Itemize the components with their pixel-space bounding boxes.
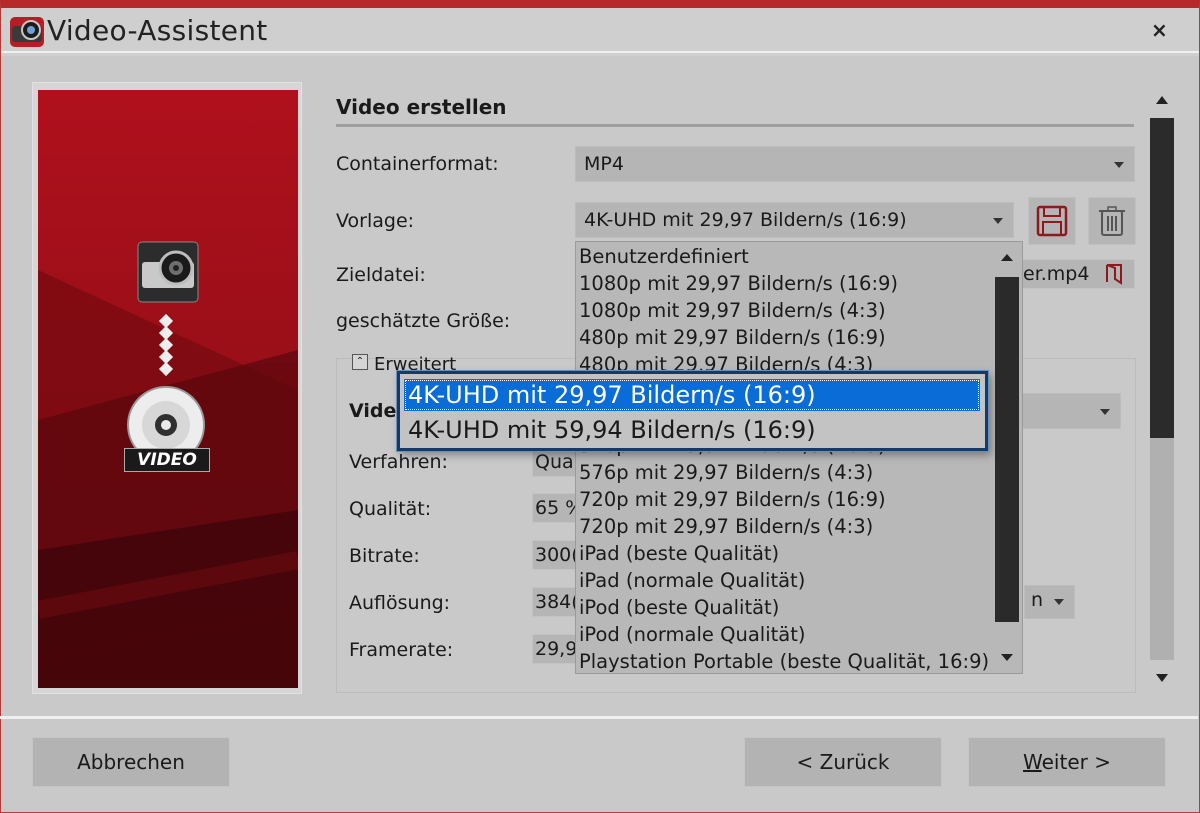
container-select[interactable]: MP4: [575, 146, 1135, 182]
aufloesung-unit-select[interactable]: n: [1024, 585, 1075, 619]
qualitaet-field[interactable]: 65 %: [532, 493, 576, 523]
zieldatei-field[interactable]: er.mp4: [1020, 259, 1135, 289]
title-bar: Video-Assistent ×: [1, 8, 1199, 56]
verfahren-field[interactable]: Qua: [532, 447, 576, 477]
cancel-button[interactable]: Abbrechen: [32, 737, 230, 787]
aufloesung-unit-value: n: [1031, 589, 1044, 611]
chevron-down-icon[interactable]: [1054, 599, 1064, 605]
video-badge: VIDEO: [124, 448, 210, 472]
aufloesung-label: Auflösung:: [349, 592, 451, 614]
container-value: MP4: [584, 153, 624, 175]
section-underline: [336, 124, 1134, 127]
framerate-field[interactable]: 29,9: [532, 634, 576, 664]
camera-icon: [137, 241, 199, 303]
vorlage-label: Vorlage:: [336, 210, 415, 232]
next-mnemonic: W: [1023, 750, 1042, 774]
title-divider: [1, 51, 1199, 53]
dropdown-item[interactable]: 480p mit 29,97 Bildern/s (16:9): [579, 324, 886, 351]
vorlage-dropdown-list: Benutzerdefiniert 1080p mit 29,97 Bilder…: [575, 241, 1023, 674]
aufloesung-field[interactable]: 384(: [532, 587, 576, 617]
app-camera-icon: [10, 17, 44, 47]
dropdown-item[interactable]: 720p mit 29,97 Bildern/s (4:3): [579, 513, 873, 540]
dropdown-item[interactable]: iPod (normale Qualität): [579, 621, 805, 648]
dropdown-item[interactable]: Benutzerdefiniert: [579, 243, 749, 270]
qualitaet-label: Qualität:: [349, 498, 432, 520]
dropdown-item[interactable]: 1080p mit 29,97 Bildern/s (16:9): [579, 270, 898, 297]
dropdown-scroll-down-icon[interactable]: [1001, 654, 1013, 661]
sidebar-connector-dots: [158, 313, 174, 377]
groesse-label: geschätzte Größe:: [336, 310, 511, 332]
dropdown-item[interactable]: 1080p mit 29,97 Bildern/s (4:3): [579, 297, 886, 324]
container-label: Containerformat:: [336, 153, 499, 175]
save-icon: [1036, 205, 1068, 237]
chevron-down-icon[interactable]: [1114, 162, 1124, 168]
vorlage-select[interactable]: 4K-UHD mit 29,97 Bildern/s (16:9): [575, 202, 1014, 238]
section-title: Video erstellen: [336, 95, 507, 119]
dropdown-item[interactable]: iPod (beste Qualität): [579, 594, 779, 621]
next-label: eiter >: [1041, 750, 1111, 774]
vorlage-value: 4K-UHD mit 29,97 Bildern/s (16:9): [584, 209, 907, 231]
zieldatei-value: er.mp4: [1023, 263, 1090, 285]
chevron-down-icon[interactable]: [1100, 409, 1110, 415]
next-button[interactable]: Weiter >: [968, 737, 1166, 787]
dropdown-scroll-up-icon[interactable]: [1001, 254, 1013, 261]
dropdown-item[interactable]: iPad (beste Qualität): [579, 540, 779, 567]
framerate-label: Framerate:: [349, 639, 454, 661]
close-icon[interactable]: ×: [1151, 18, 1168, 42]
delete-preset-button[interactable]: [1088, 197, 1136, 245]
page-scrollbar-thumb[interactable]: [1150, 118, 1174, 438]
collapse-icon[interactable]: ⌃: [352, 354, 368, 370]
scroll-up-icon[interactable]: [1156, 96, 1168, 104]
back-button[interactable]: < Zurück: [744, 737, 942, 787]
trash-icon: [1099, 206, 1125, 236]
window-title: Video-Assistent: [47, 14, 268, 47]
scroll-down-icon[interactable]: [1156, 674, 1168, 682]
popup-item[interactable]: 4K-UHD mit 59,94 Bildern/s (16:9): [404, 414, 980, 446]
dropdown-scrollbar-thumb[interactable]: [995, 277, 1019, 622]
popup-item-selected[interactable]: 4K-UHD mit 29,97 Bildern/s (16:9): [404, 379, 980, 411]
bitrate-label: Bitrate:: [349, 545, 420, 567]
zieldatei-label: Zieldatei:: [336, 264, 426, 286]
verfahren-label: Verfahren:: [349, 451, 448, 473]
footer-divider: [0, 716, 1198, 719]
folder-icon[interactable]: [1103, 262, 1127, 286]
dropdown-item[interactable]: 576p mit 29,97 Bildern/s (4:3): [579, 459, 873, 486]
chevron-down-icon[interactable]: [993, 218, 1003, 224]
bitrate-field[interactable]: 300(: [532, 540, 576, 570]
save-preset-button[interactable]: [1028, 197, 1076, 245]
sidebar-graphic: VIDEO: [38, 90, 298, 688]
dropdown-item[interactable]: iPad (normale Qualität): [579, 567, 805, 594]
preset-popup: 4K-UHD mit 29,97 Bildern/s (16:9) 4K-UHD…: [397, 371, 988, 451]
video-subheading: Vide: [349, 400, 397, 422]
dropdown-item[interactable]: 720p mit 29,97 Bildern/s (16:9): [579, 486, 886, 513]
dropdown-item[interactable]: Playstation Portable (beste Qualität, 16…: [579, 648, 989, 673]
